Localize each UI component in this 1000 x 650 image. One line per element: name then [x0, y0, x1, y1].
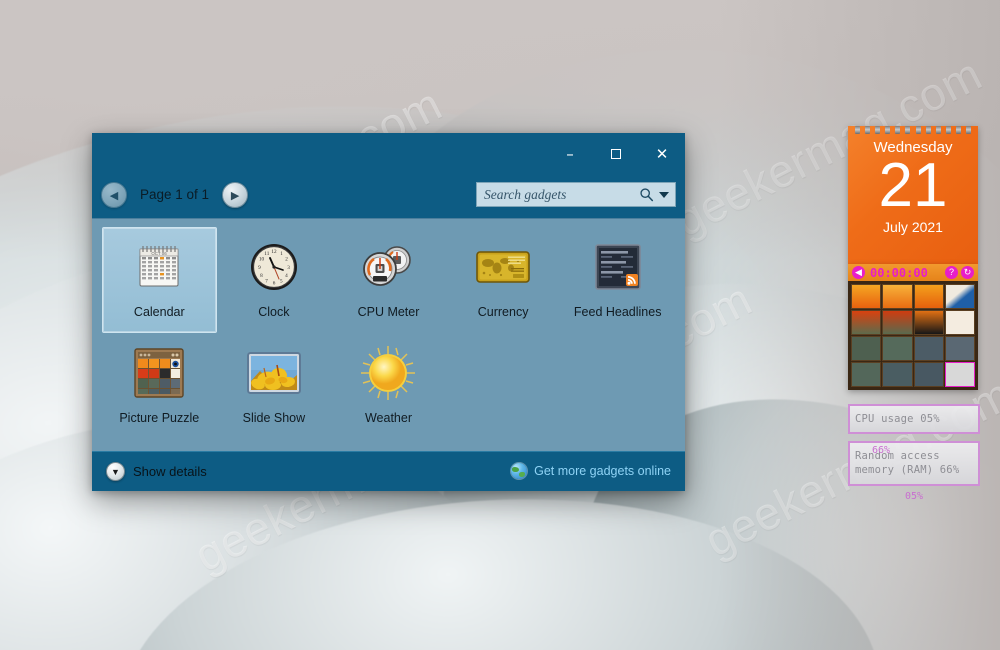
puzzle-timer: 00:00:00 [870, 265, 928, 280]
help-icon[interactable]: ? [945, 266, 958, 279]
gadget-tile-calendar[interactable]: OCT 06 Calendar [102, 227, 217, 333]
gadget-tile-slide-show[interactable]: Slide Show [217, 333, 332, 439]
close-button[interactable]: ✕ [639, 133, 685, 174]
puzzle-gadget-icon [130, 344, 188, 402]
desktop-picture-puzzle-gadget[interactable]: ◀ 00:00:00 ? ↻ [848, 264, 978, 390]
gadget-tile-feed-headlines[interactable]: Feed Headlines [560, 227, 675, 333]
gadget-tile-currency[interactable]: Currency [446, 227, 561, 333]
chevron-left-icon: ◀ [109, 189, 119, 202]
gadget-tile-label: Clock [258, 305, 290, 319]
gadget-tile-label: Feed Headlines [573, 305, 662, 319]
ram-usage-overlay: 66% [872, 445, 891, 457]
gadget-grid-container: OCT 06 Calendar 12 1 2 3 4 5 6 7 8 9 10 … [92, 218, 685, 451]
svg-text:4: 4 [285, 273, 288, 279]
desktop-calendar-gadget[interactable]: Wednesday 21 July 2021 [848, 126, 978, 264]
cpu-usage-text: CPU usage 05% [855, 413, 940, 425]
svg-text:3: 3 [287, 265, 290, 271]
search-input[interactable] [484, 186, 638, 203]
cpu-usage-box: CPU usage 05% [848, 404, 980, 435]
maximize-icon [611, 148, 621, 159]
minimize-icon: – [566, 144, 574, 163]
ram-usage-box: Random access memory (RAM) 66% 66% [848, 441, 980, 486]
search-box[interactable] [476, 182, 676, 207]
clock-gadget-icon: 12 1 23 45 67 89 10 11 [245, 238, 303, 296]
svg-text:10: 10 [259, 257, 265, 263]
gadget-grid: OCT 06 Calendar 12 1 2 3 4 5 6 7 8 9 10 … [102, 227, 675, 439]
window-controls: – ✕ [547, 133, 685, 174]
search-icon[interactable] [638, 187, 654, 203]
gadget-tile-label: Calendar [133, 305, 185, 319]
get-more-gadgets-label: Get more gadgets online [534, 464, 671, 478]
svg-text:9: 9 [258, 265, 261, 271]
calendar-month-year: July 2021 [883, 219, 943, 235]
maximize-button[interactable] [593, 133, 639, 174]
weather-gadget-icon [359, 344, 417, 402]
cpu-meter-gadget-icon [359, 238, 417, 296]
ram-usage-line2: memory (RAM) 66% [855, 464, 960, 477]
calendar-spiral-rings [848, 126, 978, 135]
calendar-day-number: 21 [878, 151, 948, 220]
svg-text:2: 2 [285, 257, 288, 263]
gadget-tile-label: Weather [364, 411, 412, 425]
calendar-gadget-icon: OCT 06 [130, 238, 188, 296]
gadget-tile-weather[interactable]: Weather [331, 333, 446, 439]
svg-text:OCT 06: OCT 06 [152, 251, 168, 256]
slideshow-gadget-icon [245, 344, 303, 402]
svg-text:1: 1 [280, 251, 283, 257]
puzzle-grid[interactable] [848, 281, 978, 390]
navigation-bar: ◀ Page 1 of 1 ▶ [92, 174, 685, 218]
svg-text:6: 6 [273, 281, 276, 287]
show-details-label: Show details [133, 464, 207, 479]
title-bar: – ✕ [92, 133, 685, 174]
status-bar: ▼ Show details Get more gadgets online [92, 451, 685, 491]
feed-gadget-icon [589, 238, 647, 296]
gadget-tile-clock[interactable]: 12 1 23 45 67 89 10 11 Clock [217, 227, 332, 333]
gadget-tile-label: Slide Show [242, 411, 306, 425]
gadget-tile-label: Currency [477, 305, 529, 319]
globe-icon [511, 463, 528, 479]
gadget-tile-cpu-meter[interactable]: CPU Meter [331, 227, 446, 333]
chevron-down-icon: ▼ [106, 462, 125, 481]
svg-text:11: 11 [264, 251, 269, 257]
cpu-usage-footer: 05% [904, 490, 924, 502]
pager: ◀ Page 1 of 1 ▶ [101, 180, 249, 210]
minimize-button[interactable]: – [547, 133, 593, 174]
gadget-gallery-window: – ✕ ◀ Page 1 of 1 ▶ Search gadgets OCT 0… [92, 133, 685, 491]
chevron-right-icon: ▶ [230, 189, 240, 202]
next-page-button[interactable]: ▶ [222, 182, 249, 208]
desktop-gadgets-panel: Wednesday 21 July 2021 ◀ 00:00:00 ? ↻ CP… [848, 126, 980, 502]
get-more-gadgets-link[interactable]: Get more gadgets online [511, 463, 671, 479]
svg-text:12: 12 [271, 249, 277, 255]
gadget-tile-label: CPU Meter [357, 305, 420, 319]
close-icon: ✕ [655, 144, 669, 163]
pause-icon[interactable]: ◀ [852, 266, 865, 279]
svg-text:8: 8 [260, 273, 263, 279]
svg-text:5: 5 [280, 279, 283, 285]
previous-page-button[interactable]: ◀ [101, 182, 127, 208]
puzzle-toolbar: ◀ 00:00:00 ? ↻ [848, 264, 978, 281]
page-indicator: Page 1 of 1 [140, 187, 210, 202]
show-details-button[interactable]: ▼ Show details [106, 462, 207, 481]
shuffle-icon[interactable]: ↻ [961, 266, 974, 279]
gadget-tile-label: Picture Puzzle [119, 411, 200, 425]
currency-gadget-icon [474, 238, 532, 296]
gadget-tile-picture-puzzle[interactable]: Picture Puzzle [102, 333, 217, 439]
desktop: geekermag.com geekermag.com geekermag.co… [0, 0, 1000, 650]
desktop-cpu-meter-gadget[interactable]: CPU usage 05% Random access memory (RAM)… [848, 404, 980, 502]
svg-text:7: 7 [265, 279, 268, 285]
chevron-down-icon[interactable] [659, 191, 669, 198]
